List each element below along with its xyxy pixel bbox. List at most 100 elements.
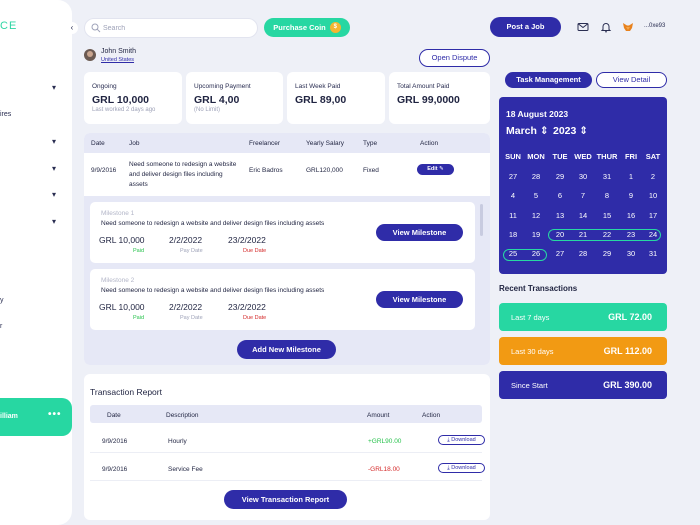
chevron-down-icon[interactable]: ▾ [52, 164, 56, 173]
recent-value: GRL 72.00 [608, 312, 652, 322]
calendar-day[interactable]: 30 [619, 249, 643, 258]
job-salary: GRL120,000 [306, 167, 343, 174]
column-header: Freelancer [249, 140, 281, 147]
bell-icon[interactable] [600, 21, 612, 33]
year-select[interactable]: 2023 ⇕ [553, 125, 588, 137]
calendar-day[interactable]: 28 [524, 172, 548, 181]
calendar-day[interactable]: 13 [548, 211, 572, 220]
pay-date-label: Pay Date [180, 315, 203, 321]
stat-value: GRL 4,00 [194, 94, 240, 106]
transaction-amount: -GRL18.00 [368, 466, 400, 473]
sidebar-user[interactable]: illiam ••• [0, 398, 72, 436]
wallet-address[interactable]: ...0xe93 [644, 23, 665, 29]
calendar-day[interactable]: 29 [548, 172, 572, 181]
add-milestone-button[interactable]: Add New Milestone [237, 340, 336, 359]
pay-date-label: Pay Date [180, 248, 203, 254]
sidebar-item-label[interactable]: ires [0, 111, 11, 118]
stat-label: Total Amount Paid [397, 83, 450, 90]
open-dispute-button[interactable]: Open Dispute [419, 49, 490, 67]
calendar-day[interactable]: 14 [571, 211, 595, 220]
calendar-day[interactable]: 2 [641, 172, 665, 181]
column-header: Description [166, 412, 199, 419]
calendar-day[interactable]: 10 [641, 191, 665, 200]
calendar-day[interactable]: 7 [571, 191, 595, 200]
calendar-day[interactable]: 30 [571, 172, 595, 181]
date-range-highlight [548, 229, 661, 241]
calendar-day[interactable]: 15 [595, 211, 619, 220]
stat-value: GRL 99,0000 [397, 94, 460, 106]
calendar-day[interactable]: 27 [501, 172, 525, 181]
recent-card-since-start[interactable]: Since Start GRL 390.00 [499, 371, 667, 399]
mail-icon[interactable] [577, 21, 589, 33]
stat-card-upcoming: Upcoming Payment GRL 4,00 (No Limit) [186, 72, 283, 124]
post-job-button[interactable]: Post a Job [490, 17, 561, 37]
recent-label: Last 30 days [511, 347, 554, 356]
calendar-day[interactable]: 17 [641, 211, 665, 220]
calendar: 18 August 2023 March ⇕ 2023 ⇕ SUN MON TUE W… [499, 97, 667, 274]
calendar-day[interactable]: 16 [619, 211, 643, 220]
weekday-header: WED [574, 152, 592, 161]
sidebar-user-name: illiam [0, 413, 18, 420]
milestone-due-date: 23/2/2022 [228, 302, 266, 312]
view-milestone-button[interactable]: View Milestone [376, 291, 463, 308]
purchase-coin-button[interactable]: Purchase Coin $ [264, 18, 350, 37]
calendar-day[interactable]: 31 [641, 249, 665, 258]
calendar-day[interactable]: 1 [619, 172, 643, 181]
more-icon[interactable]: ••• [48, 409, 62, 420]
avatar[interactable] [84, 49, 96, 61]
search-input[interactable] [103, 22, 253, 35]
milestone-status: Paid [133, 315, 145, 321]
edit-button[interactable]: Edit ✎ [417, 164, 454, 175]
calendar-day[interactable]: 11 [501, 211, 525, 220]
sidebar-item-label[interactable]: r [0, 323, 2, 330]
scrollbar[interactable] [480, 204, 483, 236]
download-button[interactable]: ⤓ Download [438, 463, 485, 473]
calendar-day[interactable]: 4 [501, 191, 525, 200]
download-button[interactable]: ⤓ Download [438, 435, 485, 445]
search-bar[interactable] [84, 18, 258, 38]
calendar-day[interactable]: 18 [501, 230, 525, 239]
section-title: Transaction Report [90, 387, 162, 397]
stat-card-total: Total Amount Paid GRL 99,0000 [389, 72, 490, 124]
chevron-down-icon[interactable]: ▾ [52, 190, 56, 199]
calendar-day[interactable]: 31 [595, 172, 619, 181]
table-row: 9/9/2016 Service Fee -GRL18.00 ⤓ Downloa… [90, 457, 485, 481]
stat-label: Ongoing [92, 83, 117, 90]
milestone-due-date: 23/2/2022 [228, 235, 266, 245]
calendar-day[interactable]: 6 [548, 191, 572, 200]
month-select[interactable]: March ⇕ [506, 125, 549, 137]
task-management-button[interactable]: Task Management [505, 72, 592, 88]
view-milestone-button[interactable]: View Milestone [376, 224, 463, 241]
calendar-day[interactable]: 12 [524, 211, 548, 220]
calendar-day[interactable]: 19 [524, 230, 548, 239]
chevron-down-icon[interactable]: ▾ [52, 217, 56, 226]
transaction-report: Transaction Report Date Description Amou… [84, 374, 490, 520]
transaction-desc: Hourly [168, 438, 187, 445]
stat-label: Upcoming Payment [194, 83, 251, 90]
calendar-day[interactable]: 27 [548, 249, 572, 258]
calendar-day[interactable]: 29 [595, 249, 619, 258]
chevron-down-icon[interactable]: ▾ [52, 137, 56, 146]
calendar-day[interactable]: 5 [524, 191, 548, 200]
weekday-header: MON [527, 152, 545, 161]
recent-card-7-days[interactable]: Last 7 days GRL 72.00 [499, 303, 667, 331]
user-country-link[interactable]: United States [101, 57, 134, 63]
weekday-header: TUE [552, 152, 568, 161]
calendar-day[interactable]: 9 [619, 191, 643, 200]
collapse-sidebar-button[interactable]: ‹ [66, 22, 78, 34]
recent-card-30-days[interactable]: Last 30 days GRL 112.00 [499, 337, 667, 365]
milestone-amount: GRL 10,000 [99, 302, 145, 312]
job-date: 9/9/2016 [91, 167, 117, 174]
table-header: Date Description Amount Action [90, 405, 482, 423]
view-detail-button[interactable]: View Detail [596, 72, 667, 88]
column-header: Date [107, 412, 121, 419]
chevron-down-icon[interactable]: ▾ [52, 83, 56, 92]
view-transaction-report-button[interactable]: View Transaction Report [224, 490, 347, 509]
metamask-fox-icon[interactable] [622, 21, 634, 33]
calendar-day[interactable]: 28 [571, 249, 595, 258]
month-label: March [506, 125, 537, 137]
table-row: 9/9/2016 Hourly +GRL90.00 ⤓ Download [90, 429, 485, 453]
milestones-panel: Milestone 1 Need someone to redesign a w… [84, 196, 490, 365]
sidebar-item-label[interactable]: y [0, 297, 4, 304]
calendar-day[interactable]: 8 [595, 191, 619, 200]
